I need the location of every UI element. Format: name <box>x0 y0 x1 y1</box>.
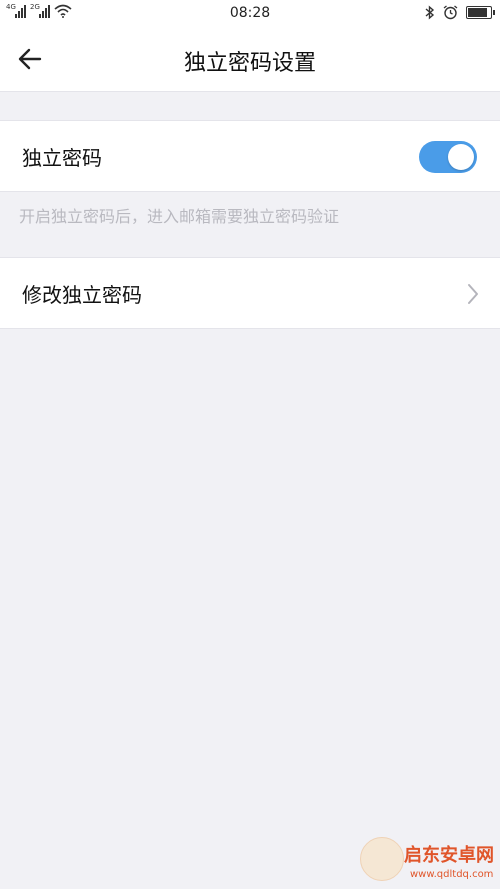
watermark-circle-icon <box>360 837 404 881</box>
watermark-logo: 启东安卓网 www.qdltdq.com <box>354 829 500 889</box>
chevron-right-icon <box>468 284 478 304</box>
independent-password-hint: 开启独立密码后，进入邮箱需要独立密码验证 <box>19 207 340 226</box>
change-password-label: 修改独立密码 <box>22 283 142 307</box>
independent-password-toggle[interactable] <box>419 141 477 173</box>
page-title: 独立密码设置 <box>183 51 316 76</box>
toggle-knob <box>448 144 474 170</box>
nav-bar: 独立密码设置 <box>0 27 500 92</box>
alarm-icon <box>443 5 458 20</box>
independent-password-label: 独立密码 <box>22 146 102 170</box>
watermark-url: www.qdltdq.com <box>410 869 494 880</box>
change-password-row[interactable]: 修改独立密码 <box>0 257 500 329</box>
status-bar: 4G 2G 08:28 <box>0 0 500 27</box>
battery-level <box>468 8 487 17</box>
battery-icon <box>466 6 495 19</box>
independent-password-row: 独立密码 <box>0 120 500 192</box>
back-arrow-icon[interactable] <box>14 43 46 75</box>
status-right-icons <box>425 5 495 20</box>
watermark-brand: 启东安卓网 <box>404 845 494 866</box>
bluetooth-icon <box>425 5 435 20</box>
